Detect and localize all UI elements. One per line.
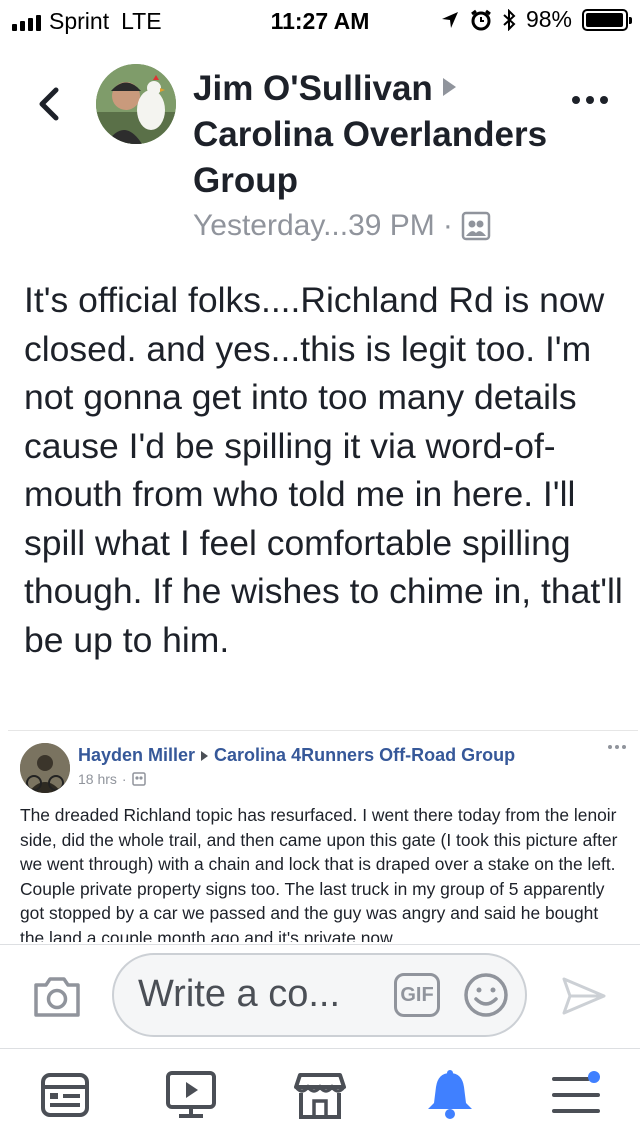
embedded-arrow-icon (201, 750, 209, 761)
post-timestamp[interactable]: Yesterday...39 PM (193, 204, 435, 248)
status-right: 98% (440, 6, 632, 33)
battery-percent: 98% (525, 6, 572, 32)
embedded-header: Hayden Miller Carolina 4Runners Off-Road… (78, 745, 515, 766)
back-chevron-icon[interactable] (30, 84, 70, 124)
battery-icon (582, 8, 632, 31)
watch-video-icon[interactable] (163, 1069, 219, 1121)
more-options-icon[interactable] (572, 96, 608, 104)
gif-button[interactable]: GIF (394, 973, 440, 1017)
status-bar: Sprint LTE 11:27 AM 98% (0, 0, 640, 40)
menu-hamburger-icon[interactable] (548, 1069, 604, 1121)
author-name[interactable]: Jim O'Sullivan (193, 69, 433, 108)
embedded-group-icon (131, 772, 146, 786)
comment-bar: Write a co... GIF (0, 944, 640, 1048)
meta-separator: · (442, 209, 453, 242)
author-avatar[interactable] (96, 64, 176, 144)
group-audience-icon (461, 211, 491, 241)
notifications-bell-icon[interactable] (422, 1069, 478, 1121)
group-name[interactable]: Carolina Overlanders Group (193, 115, 547, 200)
embedded-separator: · (121, 771, 127, 787)
embedded-author-name: Hayden Miller (78, 745, 196, 765)
bottom-tab-bar (0, 1048, 640, 1136)
marketplace-icon[interactable] (292, 1069, 348, 1121)
embedded-group-name: Carolina 4Runners Off-Road Group (214, 745, 516, 765)
comment-input[interactable]: Write a co... GIF (112, 953, 527, 1037)
location-arrow-icon (441, 11, 458, 28)
alarm-icon (471, 9, 491, 30)
shared-to-arrow-icon (442, 78, 456, 96)
news-feed-icon[interactable] (37, 1069, 93, 1121)
embedded-timestamp: 18 hrs (78, 771, 117, 787)
embedded-author-avatar (20, 743, 70, 793)
post-header: Jim O'Sullivan Carolina Overlanders Grou… (193, 66, 573, 248)
embedded-meta: 18 hrs · (78, 771, 146, 787)
embedded-post-image[interactable]: Hayden Miller Carolina 4Runners Off-Road… (8, 730, 638, 942)
bluetooth-icon (503, 8, 516, 31)
comment-placeholder: Write a co... (138, 973, 341, 1015)
post-meta: Yesterday...39 PM · (193, 204, 573, 248)
embedded-more-icon (608, 745, 626, 749)
camera-icon[interactable] (32, 975, 82, 1019)
emoji-smiley-icon[interactable] (462, 971, 510, 1019)
post-body: It's official folks....Richland Rd is no… (24, 280, 623, 660)
embedded-body: The dreaded Richland topic has resurface… (20, 805, 618, 942)
send-icon[interactable] (560, 975, 608, 1017)
post-author-line: Jim O'Sullivan Carolina Overlanders Grou… (193, 66, 573, 204)
